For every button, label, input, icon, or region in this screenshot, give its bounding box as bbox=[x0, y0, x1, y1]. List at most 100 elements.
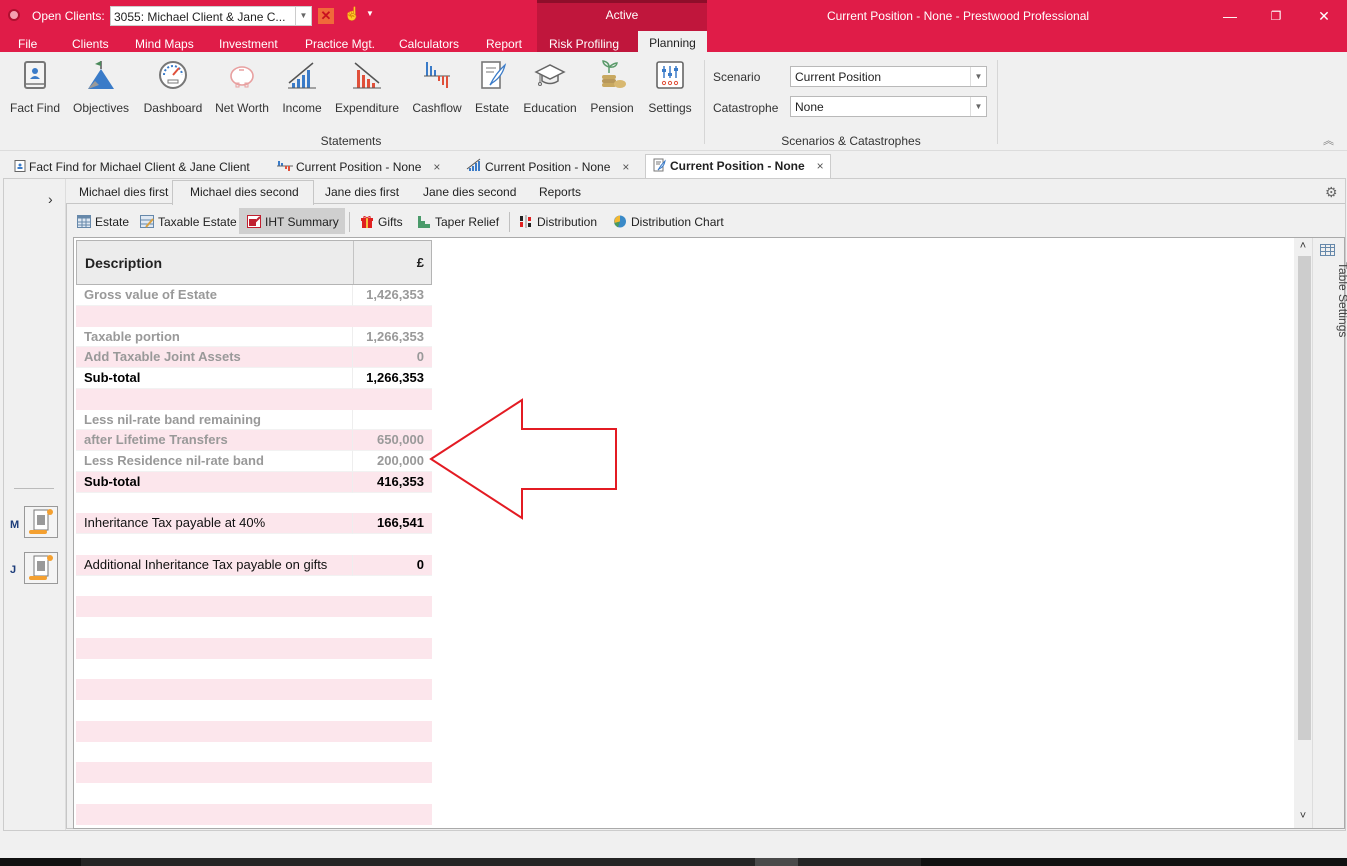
close-tab-icon[interactable]: × bbox=[622, 160, 629, 174]
ribbon-income[interactable]: Income bbox=[279, 59, 325, 119]
expand-panel-chevron-icon[interactable]: › bbox=[48, 191, 53, 207]
table-row[interactable]: Additional Inheritance Tax payable on gi… bbox=[76, 554, 432, 576]
row-description: Additional Inheritance Tax payable on gi… bbox=[76, 554, 353, 576]
table-settings-panel[interactable]: Table Settings bbox=[1312, 238, 1347, 828]
ribbon-cashflow[interactable]: Cashflow bbox=[409, 59, 465, 119]
tab-reports[interactable]: Reports bbox=[539, 185, 581, 199]
ribbon-objectives[interactable]: Objectives bbox=[71, 59, 131, 119]
vertical-scrollbar[interactable]: ˄ ˅ bbox=[1294, 238, 1312, 828]
tab-fact-find[interactable]: Fact Find for Michael Client & Jane Clie… bbox=[14, 156, 250, 179]
scenario-select[interactable]: Current Position ▼ bbox=[790, 66, 987, 87]
row-value: 1,266,353 bbox=[353, 368, 432, 389]
taper-chart-icon bbox=[418, 216, 430, 228]
table-row[interactable]: Less nil-rate band remaining bbox=[76, 409, 432, 431]
tool-distribution-chart[interactable]: Distribution Chart bbox=[613, 212, 724, 232]
hand-pointer-icon[interactable]: ☝ bbox=[344, 6, 360, 22]
tool-iht-summary[interactable]: IHT Summary bbox=[247, 212, 339, 232]
ribbon-pension[interactable]: Pension bbox=[588, 59, 636, 119]
table-row[interactable]: Sub-total 1,266,353 bbox=[76, 368, 432, 389]
close-tab-icon[interactable]: × bbox=[433, 160, 440, 174]
menu-mind-maps[interactable]: Mind Maps bbox=[135, 37, 194, 51]
window-title: Current Position - None - Prestwood Prof… bbox=[826, 9, 1090, 23]
column-header-description[interactable]: Description bbox=[77, 241, 354, 284]
ribbon-net-worth[interactable]: Net Worth bbox=[214, 59, 270, 119]
ribbon-education[interactable]: Education bbox=[520, 59, 580, 119]
row-value: 200,000 bbox=[353, 451, 432, 472]
menu-practice-mgt[interactable]: Practice Mgt. bbox=[305, 37, 375, 51]
table-blank-row bbox=[76, 803, 432, 825]
ribbon-expenditure[interactable]: Expenditure bbox=[333, 59, 401, 119]
ribbon-estate[interactable]: Estate bbox=[472, 59, 512, 119]
table-settings-label[interactable]: Table Settings bbox=[1336, 262, 1347, 337]
catastrophe-select[interactable]: None ▼ bbox=[790, 96, 987, 117]
menu-file[interactable]: File bbox=[18, 37, 37, 51]
gear-icon[interactable]: ⚙ bbox=[1325, 184, 1338, 201]
iht-summary-icon bbox=[247, 215, 261, 228]
scroll-up-icon[interactable]: ˄ bbox=[1294, 240, 1312, 252]
scroll-down-icon[interactable]: ˅ bbox=[1294, 810, 1312, 822]
table-row[interactable]: Inheritance Tax payable at 40% 166,541 bbox=[76, 513, 432, 534]
scroll-thumb[interactable] bbox=[1298, 256, 1311, 740]
tool-estate[interactable]: Estate bbox=[77, 212, 129, 232]
menu-clients[interactable]: Clients bbox=[72, 37, 109, 51]
tab-income-position[interactable]: Current Position - None × bbox=[466, 156, 629, 179]
table-row[interactable]: Add Taxable Joint Assets 0 bbox=[76, 347, 432, 368]
tab-jane-dies-first[interactable]: Jane dies first bbox=[325, 185, 399, 199]
table-blank-row bbox=[76, 720, 432, 742]
close-tab-icon[interactable]: × bbox=[817, 159, 824, 173]
fact-find-icon bbox=[14, 160, 26, 172]
app-logo-icon[interactable] bbox=[8, 9, 20, 21]
tool-label: Taxable Estate bbox=[158, 215, 237, 229]
tool-gifts[interactable]: Gifts bbox=[360, 212, 403, 232]
client-select[interactable]: 3055: Michael Client & Jane C... ▼ bbox=[110, 6, 312, 26]
ribbon-settings[interactable]: Settings bbox=[645, 59, 695, 119]
taskbar-active-app[interactable] bbox=[755, 858, 798, 866]
table-row[interactable]: Less Residence nil-rate band 200,000 bbox=[76, 451, 432, 472]
column-header-value[interactable]: £ bbox=[354, 241, 431, 284]
will-button-michael[interactable] bbox=[24, 506, 58, 538]
close-window-button[interactable]: ✕ bbox=[1301, 4, 1347, 28]
menu-calculators[interactable]: Calculators bbox=[399, 37, 459, 51]
close-client-icon[interactable]: ✕ bbox=[318, 8, 334, 24]
chevron-down-icon[interactable]: ▼ bbox=[366, 9, 374, 18]
minimize-button[interactable]: — bbox=[1207, 4, 1253, 28]
collapse-ribbon-icon[interactable]: ︽ bbox=[1323, 132, 1334, 148]
chevron-down-icon[interactable]: ▼ bbox=[970, 97, 986, 116]
menu-investment[interactable]: Investment bbox=[219, 37, 278, 51]
chevron-down-icon[interactable]: ▼ bbox=[970, 67, 986, 86]
tab-cashflow-position[interactable]: Current Position - None × bbox=[277, 156, 440, 179]
will-button-jane[interactable] bbox=[24, 552, 58, 584]
falling-bars-icon bbox=[353, 62, 381, 89]
table-spacer-row bbox=[76, 534, 432, 555]
tool-label: Estate bbox=[95, 215, 130, 229]
tab-michael-dies-first[interactable]: Michael dies first bbox=[79, 185, 168, 199]
ribbon-dashboard[interactable]: Dashboard bbox=[140, 59, 206, 119]
table-spacer-row bbox=[76, 493, 432, 514]
chevron-down-icon[interactable]: ▼ bbox=[295, 7, 311, 25]
ribbon-label: Estate bbox=[474, 101, 510, 115]
table-spacer-row bbox=[76, 388, 432, 410]
restore-button[interactable]: ❐ bbox=[1253, 4, 1299, 28]
ribbon-label: Settings bbox=[648, 101, 692, 115]
table-row[interactable]: Sub-total 416,353 bbox=[76, 471, 432, 493]
tool-taxable-estate[interactable]: Taxable Estate bbox=[140, 212, 237, 232]
table-row[interactable]: Taxable portion 1,266,353 bbox=[76, 326, 432, 348]
menu-planning[interactable]: Planning bbox=[638, 31, 707, 53]
menu-risk-profiling[interactable]: Risk Profiling bbox=[549, 37, 619, 51]
table-row[interactable]: Gross value of Estate 1,426,353 bbox=[76, 285, 432, 306]
tab-estate-position[interactable]: Current Position - None × bbox=[645, 154, 831, 179]
table-blank-row bbox=[76, 637, 432, 659]
menu-report[interactable]: Report bbox=[486, 37, 522, 51]
tab-jane-dies-second[interactable]: Jane dies second bbox=[423, 185, 516, 199]
title-bar: Open Clients: 3055: Michael Client & Jan… bbox=[0, 0, 1347, 53]
tab-michael-dies-second[interactable]: Michael dies second bbox=[190, 185, 299, 199]
tool-distribution[interactable]: Distribution bbox=[519, 212, 597, 232]
ribbon-fact-find[interactable]: Fact Find bbox=[8, 59, 62, 119]
row-description: Sub-total bbox=[76, 368, 353, 389]
table-row[interactable]: after Lifetime Transfers 650,000 bbox=[76, 430, 432, 451]
quill-document-icon bbox=[481, 61, 507, 89]
tool-taper-relief[interactable]: Taper Relief bbox=[417, 212, 499, 232]
toolbar-separator bbox=[349, 212, 350, 232]
row-value: 1,266,353 bbox=[353, 327, 432, 348]
table-header: Description £ bbox=[76, 240, 432, 285]
